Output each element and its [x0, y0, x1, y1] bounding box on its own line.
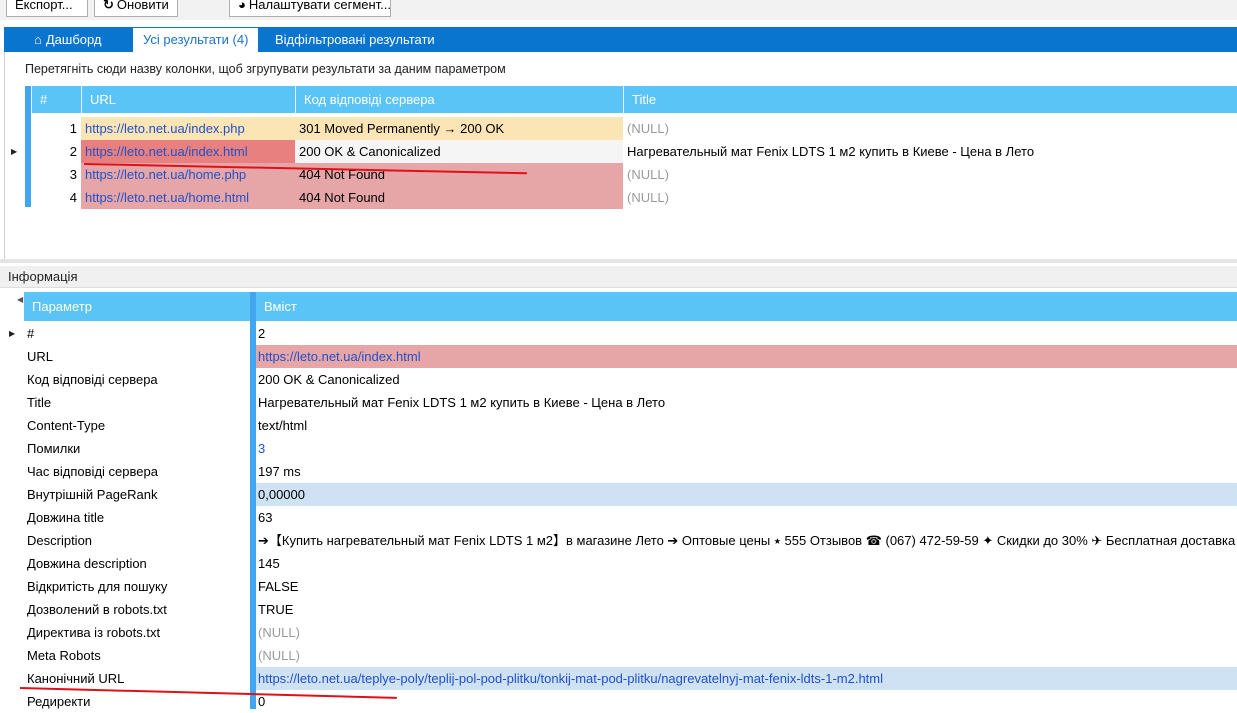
info-param: Внутрішній PageRank: [27, 487, 158, 502]
info-value: text/html: [258, 418, 308, 433]
info-value[interactable]: 3: [256, 437, 1237, 460]
info-param: Канонічний URL: [27, 671, 125, 686]
info-param: Код відповіді сервера: [27, 372, 158, 387]
tab-bar: ⌂ Дашборд Усі результати (4) Відфільтрова…: [4, 27, 1237, 52]
row-url-link[interactable]: https://leto.net.ua/index.html: [81, 140, 295, 163]
row-number: 3: [69, 167, 77, 182]
column-header-content[interactable]: Вміст: [256, 292, 1237, 321]
column-header-status[interactable]: Код відповіді сервера: [295, 86, 623, 113]
info-row-selected-icon: ▶: [9, 329, 16, 338]
info-row[interactable]: Description ➔【Купить нагревательный мат F…: [24, 529, 1237, 552]
info-value[interactable]: https://leto.net.ua/teplye-poly/teplij-p…: [256, 667, 1237, 690]
info-row[interactable]: URL https://leto.net.ua/index.html: [24, 345, 1237, 368]
refresh-label: Оновити: [116, 0, 169, 12]
export-button[interactable]: Експорт...: [6, 0, 88, 17]
info-param: Час відповіді сервера: [27, 464, 158, 479]
info-param: Директива із robots.txt: [27, 625, 161, 640]
info-row[interactable]: Директива із robots.txt (NULL): [24, 621, 1237, 644]
row-title: Нагревательный мат Fenix LDTS 1 м2 купит…: [627, 144, 1035, 159]
info-value: (NULL): [258, 648, 300, 663]
info-param: Title: [27, 395, 52, 410]
info-row[interactable]: Відкритість для пошуку FALSE: [24, 575, 1237, 598]
info-row[interactable]: Meta Robots (NULL): [24, 644, 1237, 667]
row-title: (NULL): [627, 167, 669, 182]
row-number: 1: [69, 121, 77, 136]
info-value: ➔【Купить нагревательный мат Fenix LDTS 1…: [258, 533, 1236, 548]
row-status: 200 OK & Canonicalized: [295, 140, 623, 163]
row-status: 301 Moved Permanently → 200 OK: [295, 117, 623, 140]
info-row[interactable]: #2 ▶: [9, 322, 1237, 345]
panel-splitter[interactable]: [0, 259, 1237, 263]
segment-settings-button[interactable]: ◕ Налаштувати сегмент...: [229, 0, 391, 17]
info-row[interactable]: Довжина title 63: [24, 506, 1237, 529]
table-row[interactable]: 2 https://leto.net.ua/index.html 200 OK & …: [11, 140, 1237, 163]
info-value: TRUE: [258, 602, 294, 617]
tab-all-results[interactable]: Усі результати (4): [133, 28, 259, 52]
row-title: (NULL): [627, 190, 669, 205]
info-value: 2: [258, 326, 266, 341]
info-param: Meta Robots: [27, 648, 101, 663]
info-row[interactable]: Помилки 3: [24, 437, 1237, 460]
toolbar: Експорт... ↻ Оновити ◕ Налаштувати сегмент…: [0, 0, 1237, 20]
tab-filtered-results-label: Відфільтровані результати: [275, 32, 435, 47]
column-header-parameter[interactable]: Параметр: [24, 292, 250, 321]
info-row[interactable]: Title Нагревательный мат Fenix LDTS 1 м2 …: [24, 391, 1237, 414]
info-value: Нагревательный мат Fenix LDTS 1 м2 купит…: [258, 395, 666, 410]
info-row[interactable]: Content-Type text/html: [24, 414, 1237, 437]
row-number: 2: [69, 144, 77, 159]
info-value: 197 ms: [258, 464, 301, 479]
info-param: Description: [27, 533, 93, 548]
row-status: 404 Not Found: [295, 163, 623, 186]
row-title: (NULL): [627, 121, 669, 136]
info-row[interactable]: Код відповіді сервера 200 OK & Canonicali…: [24, 368, 1237, 391]
segment-settings-label: Налаштувати сегмент...: [248, 0, 391, 12]
info-param: #: [27, 326, 35, 341]
info-param: Довжина description: [27, 556, 147, 571]
tab-filtered-results[interactable]: Відфільтровані результати: [265, 28, 445, 52]
tab-all-results-label: Усі результати (4): [143, 32, 249, 47]
column-header-url[interactable]: URL: [81, 86, 295, 113]
info-param: URL: [27, 349, 54, 364]
refresh-button[interactable]: ↻ Оновити: [94, 0, 178, 17]
info-header: Параметр Вміст: [24, 292, 1237, 321]
row-status: 404 Not Found: [295, 186, 623, 209]
info-row[interactable]: Канонічний URL https://leto.net.ua/teplye…: [24, 667, 1237, 690]
row-selected-icon: ▶: [11, 147, 18, 156]
info-param: Content-Type: [27, 418, 106, 433]
table-row[interactable]: 1 https://leto.net.ua/index.php 301 Moved …: [31, 117, 1237, 140]
info-param: Відкритість для пошуку: [27, 579, 168, 594]
row-url-link[interactable]: https://leto.net.ua/index.php: [81, 117, 295, 140]
refresh-icon: ↻: [103, 0, 114, 12]
info-value: 200 OK & Canonicalized: [258, 372, 400, 387]
info-param: Помилки: [27, 441, 81, 456]
home-icon: ⌂: [34, 32, 42, 47]
tab-dashboard-label: Дашборд: [45, 32, 102, 47]
row-url-link[interactable]: https://leto.net.ua/home.html: [81, 186, 295, 209]
info-row[interactable]: Довжина description 145: [24, 552, 1237, 575]
info-value: (NULL): [258, 625, 300, 640]
results-panel: Перетягніть сюди назву колонки, щоб згру…: [4, 52, 1237, 304]
info-row[interactable]: Дозволений в robots.txt TRUE: [24, 598, 1237, 621]
info-param: Довжина title: [27, 510, 105, 525]
info-value: 0,00000: [256, 483, 1237, 506]
export-label: Експорт...: [15, 0, 73, 12]
info-value: 0: [258, 694, 266, 709]
info-value: FALSE: [258, 579, 299, 594]
scroll-left-icon[interactable]: ◀: [17, 295, 23, 304]
column-header-num[interactable]: #: [31, 86, 81, 113]
info-panel-title: Інформація: [0, 266, 1237, 288]
info-value[interactable]: https://leto.net.ua/index.html: [256, 345, 1237, 368]
tab-dashboard[interactable]: ⌂ Дашборд: [24, 28, 112, 52]
info-value: 63: [258, 510, 273, 525]
info-row[interactable]: Час відповіді сервера 197 ms: [24, 460, 1237, 483]
info-value: 145: [258, 556, 280, 571]
column-header-title[interactable]: Title: [623, 86, 1237, 113]
info-param: Дозволений в robots.txt: [27, 602, 167, 617]
group-by-hint: Перетягніть сюди назву колонки, щоб згру…: [25, 62, 506, 76]
results-header: # URL Код відповіді сервера Title: [25, 86, 1237, 113]
segment-icon: ◕: [238, 0, 246, 12]
row-number: 4: [69, 190, 77, 205]
info-row[interactable]: Внутрішній PageRank 0,00000: [24, 483, 1237, 506]
table-row[interactable]: 4 https://leto.net.ua/home.html 404 Not Fo…: [31, 186, 1237, 209]
